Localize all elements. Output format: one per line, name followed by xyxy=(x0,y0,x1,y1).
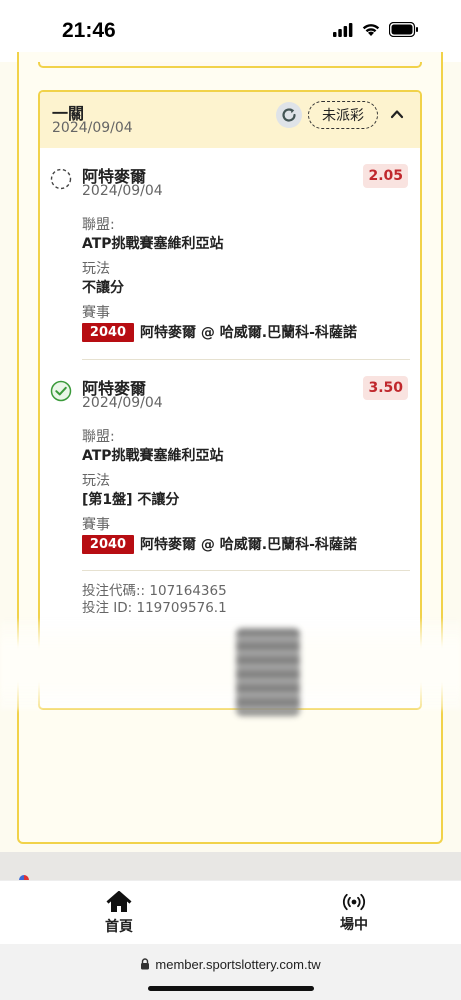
home-icon xyxy=(106,890,132,912)
status-icons xyxy=(333,22,419,37)
collapse-button[interactable] xyxy=(390,106,404,125)
event-row: 2040 阿特麥爾 @ 哈威爾.巴蘭科-科薩諾 xyxy=(82,534,357,554)
lock-icon xyxy=(141,958,150,970)
leg-date: 2024/09/04 xyxy=(82,395,163,411)
chevron-up-icon xyxy=(390,110,404,119)
league-label: 聯盟: xyxy=(82,217,115,233)
play-label: 玩法 xyxy=(82,261,110,277)
refresh-icon xyxy=(282,108,296,122)
leg-divider xyxy=(82,570,410,571)
url-text: member.sportslottery.com.tw xyxy=(155,957,321,972)
status-time: 21:46 xyxy=(62,19,116,42)
refresh-button[interactable] xyxy=(276,102,302,128)
bet-card-header[interactable]: 一關 2024/09/04 未派彩 xyxy=(40,92,420,148)
pending-status-icon xyxy=(50,168,72,190)
home-indicator xyxy=(148,986,314,991)
event-code-badge: 2040 xyxy=(82,322,134,342)
separator-strip xyxy=(0,852,461,880)
odds-badge: 3.50 xyxy=(363,376,408,400)
bet-leg: 阿特麥爾 2024/09/04 2.05 聯盟: ATP挑戰賽塞維利亞站 玩法 … xyxy=(40,160,420,360)
league-value: ATP挑戰賽塞維利亞站 xyxy=(82,448,224,464)
tab-live[interactable]: 場中 xyxy=(294,881,414,945)
bottom-tab-bar: 首頁 場中 xyxy=(0,880,461,945)
play-value: [第1盤] 不讓分 xyxy=(82,492,180,508)
bet-codes: 投注代碼:: 107164365 投注 ID: 119709576.1 xyxy=(82,583,227,617)
league-label: 聯盟: xyxy=(82,429,115,445)
event-label: 賽事 xyxy=(82,305,110,321)
leg-date: 2024/09/04 xyxy=(82,183,163,199)
bet-card: 一關 2024/09/04 未派彩 阿特麥爾 2024/09/04 2.05 聯… xyxy=(38,90,422,710)
bet-date: 2024/09/04 xyxy=(52,120,133,136)
browser-url-bar[interactable]: member.sportslottery.com.tw xyxy=(0,944,461,1000)
signal-icon xyxy=(333,22,353,37)
check-circle-icon xyxy=(50,380,72,402)
play-label: 玩法 xyxy=(82,473,110,489)
bet-id: 投注 ID: 119709576.1 xyxy=(82,600,227,616)
redacted-block xyxy=(236,628,300,716)
event-name: 阿特麥爾 @ 哈威爾.巴蘭科-科薩諾 xyxy=(140,325,357,341)
wifi-icon xyxy=(362,24,380,36)
event-label: 賽事 xyxy=(82,517,110,533)
event-name: 阿特麥爾 @ 哈威爾.巴蘭科-科薩諾 xyxy=(140,537,357,553)
tab-live-label: 場中 xyxy=(340,916,368,933)
tab-home-label: 首頁 xyxy=(105,918,133,935)
battery-icon xyxy=(389,22,418,37)
bet-code: 投注代碼:: 107164365 xyxy=(82,583,227,599)
url-display[interactable]: member.sportslottery.com.tw xyxy=(0,957,461,972)
tab-home[interactable]: 首頁 xyxy=(59,881,179,945)
live-broadcast-icon xyxy=(342,893,366,910)
league-value: ATP挑戰賽塞維利亞站 xyxy=(82,236,224,252)
redacted-area xyxy=(0,620,461,710)
event-code-badge: 2040 xyxy=(82,534,134,554)
odds-badge: 2.05 xyxy=(363,164,408,188)
settlement-status-badge: 未派彩 xyxy=(308,101,378,129)
play-value: 不讓分 xyxy=(82,280,124,296)
bet-leg: 阿特麥爾 2024/09/04 3.50 聯盟: ATP挑戰賽塞維利亞站 玩法 … xyxy=(40,372,420,572)
previous-bet-card xyxy=(38,62,422,68)
event-row: 2040 阿特麥爾 @ 哈威爾.巴蘭科-科薩諾 xyxy=(82,322,357,342)
leg-divider xyxy=(82,359,410,360)
